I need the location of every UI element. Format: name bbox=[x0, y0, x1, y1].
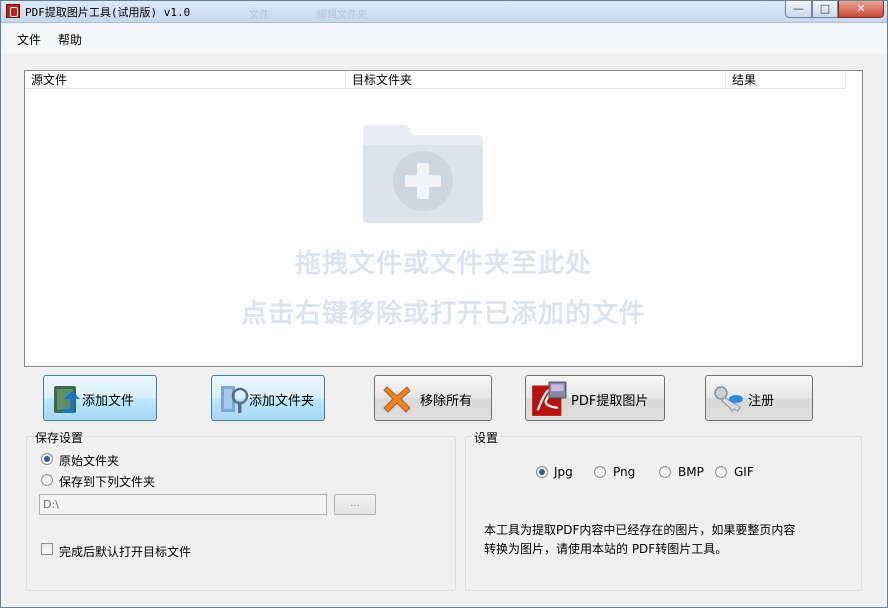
pdf-app-icon bbox=[6, 4, 20, 18]
output-path-field[interactable]: D:\ bbox=[39, 494, 327, 515]
add-folder-icon bbox=[221, 386, 249, 413]
drop-hint-line-2: 点击右键移除或打开已添加的文件 bbox=[240, 299, 646, 329]
save-settings-title: 保存设置 bbox=[33, 429, 86, 446]
title-bar[interactable]: PDF提取图片工具(试用版) v1.0 文件 编辑文件夹 — □ ✕ bbox=[1, 1, 887, 23]
remove-all-label: 移除所有 bbox=[420, 394, 473, 409]
add-folder-label: 添加文件夹 bbox=[249, 394, 315, 409]
menu-bar: 文件 帮助 bbox=[1, 23, 887, 53]
window-title: PDF提取图片工具(试用版) v1.0 bbox=[25, 6, 191, 19]
column-source-file[interactable]: 源文件 bbox=[25, 71, 346, 89]
save-settings-group: 保存设置 原始文件夹 保存到下列文件夹 D:\ ... 完成后默认打开目标文件 bbox=[26, 429, 456, 591]
open-after-label[interactable]: 完成后默认打开目标文件 bbox=[59, 543, 191, 560]
menu-file[interactable]: 文件 bbox=[17, 31, 41, 48]
close-button[interactable]: ✕ bbox=[838, 1, 884, 18]
format-settings-group: 设置 Jpg Png BMP GIF 本工具为提取PDF内容中已经存在的图片，如… bbox=[465, 429, 862, 591]
app-window: PDF提取图片工具(试用版) v1.0 文件 编辑文件夹 — □ ✕ 文件 帮助… bbox=[0, 0, 888, 608]
minimize-button[interactable]: — bbox=[785, 1, 812, 18]
format-png-radio[interactable] bbox=[594, 466, 606, 478]
add-file-icon bbox=[54, 386, 80, 413]
column-result[interactable]: 结果 bbox=[726, 71, 846, 89]
client-area: 源文件 目标文件夹 结果 拖拽文件或文件夹至此处 点击右键移除或打开已添加的文件 bbox=[1, 53, 887, 607]
extract-images-button[interactable]: PDF提取图片 bbox=[525, 375, 665, 421]
register-label: 注册 bbox=[748, 394, 775, 409]
open-after-checkbox[interactable] bbox=[41, 543, 53, 555]
add-folder-button[interactable]: 添加文件夹 bbox=[211, 375, 325, 421]
remove-all-button[interactable]: 移除所有 bbox=[374, 375, 492, 421]
drop-hint-line-1: 拖拽文件或文件夹至此处 bbox=[294, 249, 592, 279]
format-jpg-radio[interactable] bbox=[536, 466, 548, 478]
register-button[interactable]: 注册 bbox=[705, 375, 813, 421]
format-png-label[interactable]: Png bbox=[613, 465, 635, 479]
ghost-tab-edit-folder: 编辑文件夹 bbox=[317, 10, 367, 21]
file-list[interactable]: 源文件 目标文件夹 结果 拖拽文件或文件夹至此处 点击右键移除或打开已添加的文件 bbox=[24, 70, 863, 367]
format-bmp-radio[interactable] bbox=[659, 466, 671, 478]
remove-x-icon bbox=[383, 386, 411, 413]
maximize-button[interactable]: □ bbox=[812, 1, 838, 18]
original-folder-label[interactable]: 原始文件夹 bbox=[59, 452, 119, 469]
add-file-label: 添加文件 bbox=[82, 394, 135, 409]
folder-add-icon bbox=[363, 125, 483, 223]
file-list-header: 源文件 目标文件夹 结果 bbox=[25, 71, 846, 89]
extract-images-label: PDF提取图片 bbox=[571, 394, 649, 409]
browse-button[interactable]: ... bbox=[334, 494, 376, 515]
pdf-extract-icon bbox=[532, 381, 567, 416]
ghost-tab-file: 文件 bbox=[249, 10, 269, 21]
tool-description: 本工具为提取PDF内容中已经存在的图片，如果要整页内容 转换为图片，请使用本站的… bbox=[484, 523, 796, 556]
custom-folder-radio[interactable] bbox=[41, 474, 53, 486]
original-folder-radio[interactable] bbox=[41, 453, 53, 465]
column-target-folder[interactable]: 目标文件夹 bbox=[346, 71, 726, 89]
format-bmp-label[interactable]: BMP bbox=[678, 465, 704, 479]
format-jpg-label[interactable]: Jpg bbox=[554, 465, 573, 479]
custom-folder-label[interactable]: 保存到下列文件夹 bbox=[59, 473, 155, 490]
format-gif-label[interactable]: GIF bbox=[734, 465, 754, 479]
menu-help[interactable]: 帮助 bbox=[58, 31, 82, 48]
add-file-button[interactable]: 添加文件 bbox=[43, 375, 157, 421]
format-settings-title: 设置 bbox=[472, 429, 501, 446]
key-icon bbox=[714, 386, 743, 412]
format-gif-radio[interactable] bbox=[715, 466, 727, 478]
